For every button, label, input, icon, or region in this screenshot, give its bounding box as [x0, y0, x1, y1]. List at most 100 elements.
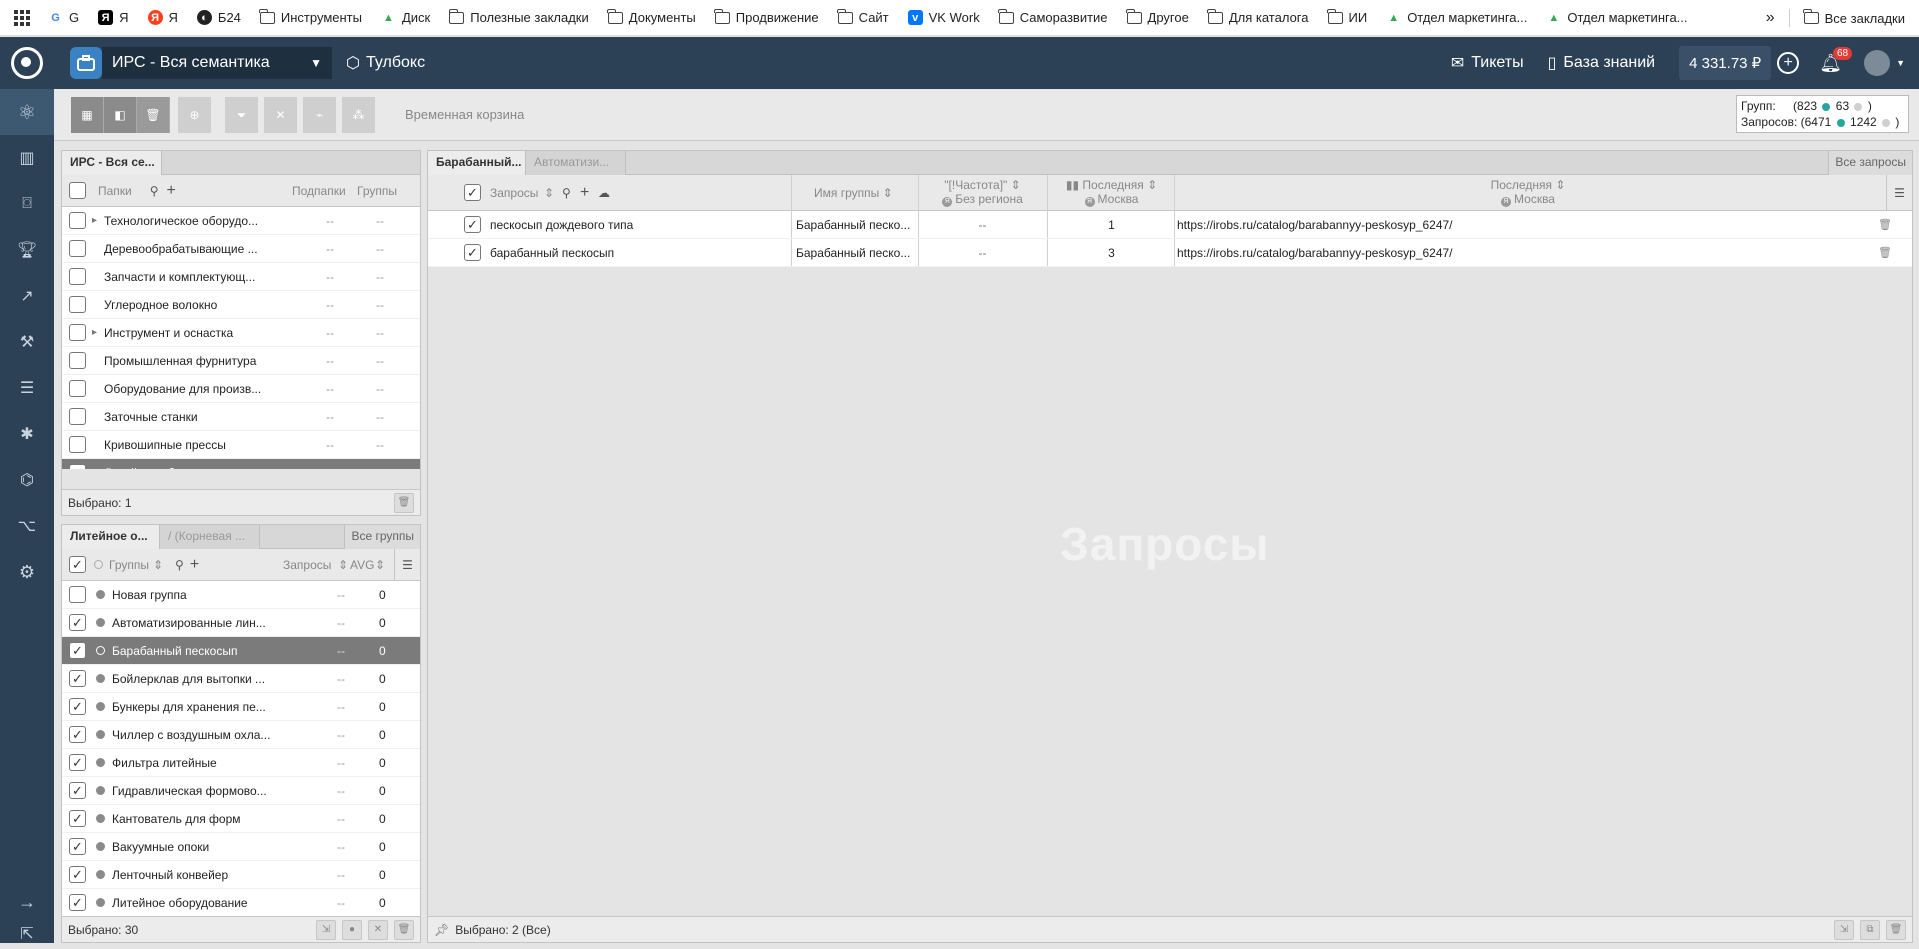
folder-row[interactable]: Промышленная фурнитура -- --	[62, 347, 420, 375]
status-button[interactable]: ●	[342, 919, 362, 940]
select-all-groups-checkbox[interactable]	[69, 556, 86, 573]
bookmark-item[interactable]: Документы	[607, 8, 696, 25]
all-groups-tab[interactable]: Все группы	[344, 525, 420, 549]
group-checkbox[interactable]	[69, 698, 86, 715]
group-row[interactable]: Барабанный пескосып -- 0	[62, 637, 420, 665]
query-row[interactable]: барабанный пескосып Барабанный песко... --…	[428, 239, 1912, 267]
temp-basket-label[interactable]: Временная корзина	[405, 107, 524, 122]
app-logo[interactable]	[0, 37, 54, 89]
notifications-button[interactable]: 🔔︎ 68	[1819, 46, 1853, 74]
all-bookmarks-button[interactable]: Все закладки	[1803, 9, 1905, 26]
tab-folder-root[interactable]: ИРС - Вся се...	[62, 151, 162, 175]
tab-groups-1[interactable]: Литейное о...	[62, 525, 160, 549]
balance-display[interactable]: 4 331.73 ₽	[1679, 46, 1772, 80]
add-folder-button[interactable]: +	[167, 182, 176, 200]
folder-row[interactable]: Оборудование для произв... -- --	[62, 375, 420, 403]
group-checkbox[interactable]	[69, 726, 86, 743]
apps-grid-icon[interactable]	[14, 9, 30, 26]
group-checkbox[interactable]	[69, 894, 86, 911]
tickets-button[interactable]: ✉ Тикеты	[1451, 53, 1524, 73]
delete-folders-button[interactable]: 🗑︎	[394, 492, 414, 513]
group-row[interactable]: Бункеры для хранения пе... -- 0	[62, 693, 420, 721]
bookmark-item[interactable]: Продвижение	[714, 8, 819, 25]
last-position-column[interactable]: ▮▮ Последняя ⇕ Я Москва	[1049, 178, 1174, 207]
nav-tools[interactable]: ⚒	[0, 319, 54, 365]
bookmark-item[interactable]: ЯЯ	[98, 10, 129, 25]
nav-trend[interactable]: ↗	[0, 273, 54, 319]
add-button[interactable]: ⊕	[178, 97, 211, 133]
group-row[interactable]: Фильтра литейные -- 0	[62, 749, 420, 777]
bookmark-item[interactable]: ◐ Б24	[196, 10, 241, 25]
query-url[interactable]: https://irobs.ru/catalog/barabannyy-pesk…	[1177, 218, 1453, 232]
nav-scan[interactable]: ⌼	[0, 181, 54, 227]
tab-queries-1[interactable]: Барабанный...	[428, 151, 526, 175]
nav-analytics[interactable]: ⌬	[0, 457, 54, 503]
project-select[interactable]: ИРС - Вся семантика ▼	[102, 47, 332, 79]
group-checkbox[interactable]	[69, 614, 86, 631]
group-row[interactable]: Литейное оборудование -- 0	[62, 889, 420, 917]
bookmark-item[interactable]: Инструменты	[259, 8, 362, 25]
group-row[interactable]: Чиллер с воздушным охла... -- 0	[62, 721, 420, 749]
merge-button[interactable]: ✕	[264, 97, 297, 133]
group-row[interactable]: Бойлерклав для вытопки ... -- 0	[62, 665, 420, 693]
add-group-button[interactable]: +	[190, 556, 199, 574]
pin-icon[interactable]: 📌︎	[434, 923, 449, 937]
group-checkbox[interactable]	[69, 838, 86, 855]
folder-row[interactable]: ▸ Инструмент и оснастка -- --	[62, 319, 420, 347]
group-row[interactable]: Автоматизированные лин... -- 0	[62, 609, 420, 637]
nav-stats[interactable]: ▥	[0, 135, 54, 181]
group-row[interactable]: Новая группа -- 0	[62, 581, 420, 609]
tab-groups-2[interactable]: / (Корневая ...	[160, 525, 260, 549]
toolbox-button[interactable]: ⬡ Тулбокс	[346, 53, 425, 73]
folder-checkbox[interactable]	[69, 240, 86, 257]
select-all-folders-checkbox[interactable]	[69, 182, 86, 199]
group-checkbox[interactable]	[69, 810, 86, 827]
queries-column[interactable]: Запросы	[283, 558, 331, 572]
folder-checkbox[interactable]	[69, 352, 86, 369]
group-checkbox[interactable]	[69, 642, 86, 659]
more-bookmarks-button[interactable]: »	[1766, 9, 1775, 27]
bookmark-item[interactable]: Саморазвитие	[998, 8, 1108, 25]
folder-row[interactable]: Кривошипные прессы -- --	[62, 431, 420, 459]
all-queries-tab[interactable]: Все запросы	[1828, 151, 1912, 175]
group-checkbox[interactable]	[69, 670, 86, 687]
filter-button[interactable]: ⏷	[225, 97, 258, 133]
trash-icon[interactable]: 🗑︎	[1878, 246, 1892, 259]
export-button[interactable]: ⇲	[316, 919, 336, 940]
folder-row[interactable]: ▸ Технологическое оборудо... -- --	[62, 207, 420, 235]
bookmark-item[interactable]: ЯЯ	[147, 10, 178, 25]
nav-settings[interactable]: ⚙	[0, 549, 54, 595]
cluster-button[interactable]: ⁂	[342, 97, 375, 133]
bookmark-item[interactable]: Полезные закладки	[448, 8, 589, 25]
queries-column[interactable]: Запросы	[490, 186, 538, 200]
folder-checkbox[interactable]	[69, 324, 86, 341]
expand-arrow-icon[interactable]: ▸	[92, 215, 104, 226]
bookmark-item[interactable]: Сайт	[837, 8, 889, 25]
split-view-button[interactable]: ◧	[104, 97, 137, 133]
query-checkbox[interactable]	[464, 216, 481, 233]
query-url[interactable]: https://irobs.ru/catalog/barabannyy-pesk…	[1177, 246, 1453, 260]
column-menu-button[interactable]: ☰	[1886, 175, 1912, 210]
trash-icon[interactable]: 🗑︎	[1878, 218, 1892, 231]
folders-column[interactable]: Папки	[98, 184, 132, 198]
group-row[interactable]: Кантователь для форм -- 0	[62, 805, 420, 833]
column-menu-button[interactable]: ☰	[394, 549, 420, 580]
merge-groups-button[interactable]: ✕	[368, 919, 388, 940]
folder-checkbox[interactable]	[69, 212, 86, 229]
search-icon[interactable]: ⚲	[562, 186, 571, 200]
folder-checkbox[interactable]	[69, 296, 86, 313]
chart-button[interactable]: ⌁	[303, 97, 336, 133]
grid-view-button[interactable]: ▦	[71, 97, 104, 133]
trash-button[interactable]: 🗑︎	[137, 97, 170, 133]
bookmark-item[interactable]: GG	[48, 10, 79, 25]
user-menu[interactable]: ▼	[1864, 50, 1905, 76]
groups-column[interactable]: Группы	[357, 184, 397, 198]
query-checkbox[interactable]	[464, 244, 481, 261]
group-checkbox[interactable]	[69, 866, 86, 883]
group-row[interactable]: Ленточный конвейер -- 0	[62, 861, 420, 889]
expand-arrow-icon[interactable]: ▸	[92, 327, 104, 338]
bookmark-item[interactable]: Для каталога	[1207, 8, 1309, 25]
group-checkbox[interactable]	[69, 754, 86, 771]
last-url-column[interactable]: Последняя ⇕ Я Москва	[1448, 178, 1608, 207]
bookmark-item[interactable]: ИИ	[1327, 8, 1367, 25]
